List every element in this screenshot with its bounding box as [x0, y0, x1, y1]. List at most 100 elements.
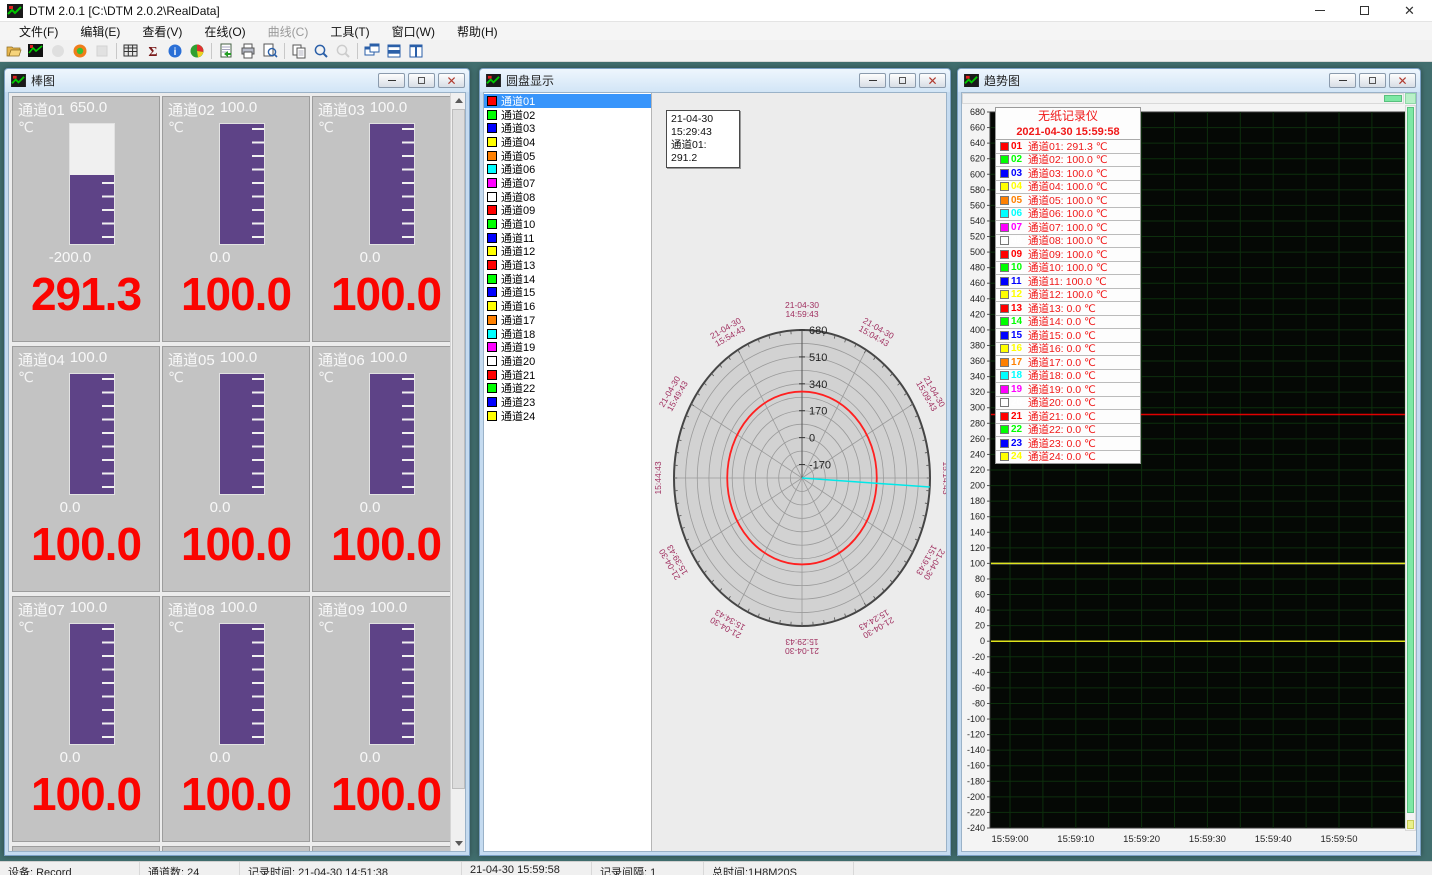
channel-number: 12 — [1011, 289, 1028, 300]
svg-text:580: 580 — [970, 185, 985, 195]
zoom-button[interactable] — [310, 41, 332, 61]
gauge-ticks — [102, 128, 114, 240]
tile-vertical-icon — [408, 43, 424, 59]
bar-gauge-cell: 通道04100.0℃0.0100.0 — [12, 346, 160, 592]
restore-button[interactable] — [1342, 0, 1387, 21]
channel-color-swatch — [487, 301, 497, 311]
export-icon — [218, 43, 234, 59]
polar-time-label: 21-04-3015:54:43 — [708, 315, 747, 349]
menu-item[interactable]: 帮助(H) — [446, 22, 509, 41]
channel-color-swatch — [487, 397, 497, 407]
record-icon — [72, 43, 88, 59]
svg-text:620: 620 — [970, 154, 985, 164]
channel-number: 05 — [1011, 195, 1028, 206]
restore-button[interactable] — [1359, 73, 1386, 88]
svg-text:14:59:43: 14:59:43 — [785, 309, 818, 319]
svg-text:-170: -170 — [809, 460, 831, 472]
svg-text:-220: -220 — [967, 807, 985, 817]
channel-number: 19 — [1011, 384, 1028, 395]
trend-vscrollbar[interactable] — [1405, 105, 1416, 831]
channel-number: 13 — [1011, 303, 1028, 314]
record-button[interactable] — [69, 41, 91, 61]
toolbar: Σi — [0, 40, 1432, 62]
minimize-button[interactable] — [1329, 73, 1356, 88]
restore-button[interactable] — [408, 73, 435, 88]
data-table-button[interactable] — [120, 41, 142, 61]
close-button[interactable]: ✕ — [1387, 0, 1432, 21]
close-button[interactable]: ✕ — [1389, 73, 1416, 88]
pie-chart-button[interactable] — [186, 41, 208, 61]
menu-item[interactable]: 工具(T) — [319, 22, 380, 41]
tile-horizontal-button[interactable] — [383, 41, 405, 61]
svg-text:140: 140 — [970, 527, 985, 537]
print-preview-button[interactable] — [259, 41, 281, 61]
gauge-ticks — [252, 128, 264, 240]
mdi-workspace: 棒图 ✕ 通道01650.0℃-200.0291.3通道02100.0℃0.01… — [0, 62, 1432, 861]
svg-text:680: 680 — [809, 325, 827, 337]
polar-time-label: 21-04-3015:24:43 — [857, 607, 896, 641]
scrollbar-thumb[interactable] — [452, 109, 465, 789]
disk-display-window-titlebar[interactable]: 圆盘显示 ✕ — [480, 69, 950, 92]
channel-number: 01 — [1011, 141, 1028, 152]
channel-value: 100.0 — [163, 267, 309, 321]
minimize-button[interactable] — [859, 73, 886, 88]
realtime-chart-button[interactable] — [25, 41, 47, 61]
bar-gauge — [219, 373, 265, 495]
unit-label: ℃ — [18, 369, 34, 386]
info-button[interactable]: i — [164, 41, 186, 61]
svg-text:-60: -60 — [972, 683, 985, 693]
polar-chart: 6805103401700-17021-04-3014:59:4321-04-3… — [652, 93, 947, 852]
tile-vertical-button[interactable] — [405, 41, 427, 61]
channel-value: 100.0 — [163, 517, 309, 571]
bar-graph-window-titlebar[interactable]: 棒图 ✕ — [5, 69, 469, 92]
bar-gauge — [369, 623, 415, 745]
channel-color-swatch — [1000, 182, 1009, 191]
channel-name-and-max: 通道02100.0 — [168, 99, 308, 117]
main-titlebar: DTM 2.0.1 [C:\DTM 2.0.2\RealData] ✕ — [0, 0, 1432, 22]
gauge-ticks — [102, 378, 114, 490]
channel-number: 04 — [1011, 181, 1028, 192]
menu-item[interactable]: 查看(V) — [131, 22, 193, 41]
print-button[interactable] — [237, 41, 259, 61]
channel-list-item[interactable]: 通道24 — [484, 409, 651, 423]
trend-chart-window-titlebar[interactable]: 趋势图 ✕ — [958, 69, 1420, 92]
scroll-up-icon[interactable] — [451, 93, 466, 108]
menu-item[interactable]: 窗口(W) — [381, 22, 446, 41]
close-button[interactable]: ✕ — [919, 73, 946, 88]
scrollbar-thumb[interactable] — [1407, 107, 1414, 813]
statistics-button[interactable]: Σ — [142, 41, 164, 61]
bar-gauge-cell: 通道08100.0℃0.0100.0 — [162, 596, 310, 842]
menu-item[interactable]: 曲线(C) — [257, 22, 320, 41]
channel-value: 291.3 — [13, 267, 159, 321]
svg-text:-140: -140 — [967, 745, 985, 755]
channel-value: 100.0 — [13, 517, 159, 571]
bar-window-scrollbar[interactable] — [450, 93, 465, 851]
channel-color-swatch — [1000, 317, 1009, 326]
channel-color-swatch — [487, 383, 497, 393]
cascade-windows-button[interactable] — [361, 41, 383, 61]
zoom-out-button — [332, 41, 354, 61]
menu-item[interactable]: 编辑(E) — [69, 22, 131, 41]
svg-text:Σ: Σ — [148, 45, 157, 59]
menu-item[interactable]: 文件(F) — [8, 22, 69, 41]
channel-number: 15 — [1011, 330, 1028, 341]
restore-button[interactable] — [889, 73, 916, 88]
unit-label: ℃ — [168, 369, 184, 386]
minimize-button[interactable] — [1297, 0, 1342, 21]
bar-gauge-cell: 通道07100.0℃0.0100.0 — [12, 596, 160, 842]
close-button[interactable]: ✕ — [438, 73, 465, 88]
svg-text:360: 360 — [970, 356, 985, 366]
open-button[interactable] — [3, 41, 25, 61]
export-button[interactable] — [215, 41, 237, 61]
copy-button[interactable] — [288, 41, 310, 61]
channel-value: 100.0 — [313, 767, 450, 821]
channel-value: 100.0 — [163, 767, 309, 821]
minimize-button[interactable] — [378, 73, 405, 88]
svg-text:160: 160 — [970, 512, 985, 522]
toolbar-separator — [116, 43, 117, 59]
bar-gauge-cell: 通道02100.0℃0.0100.0 — [162, 96, 310, 342]
channel-color-swatch — [1000, 385, 1009, 394]
menu-item[interactable]: 在线(O) — [193, 22, 256, 41]
toolbar-separator — [357, 43, 358, 59]
scroll-down-icon[interactable] — [451, 836, 466, 851]
